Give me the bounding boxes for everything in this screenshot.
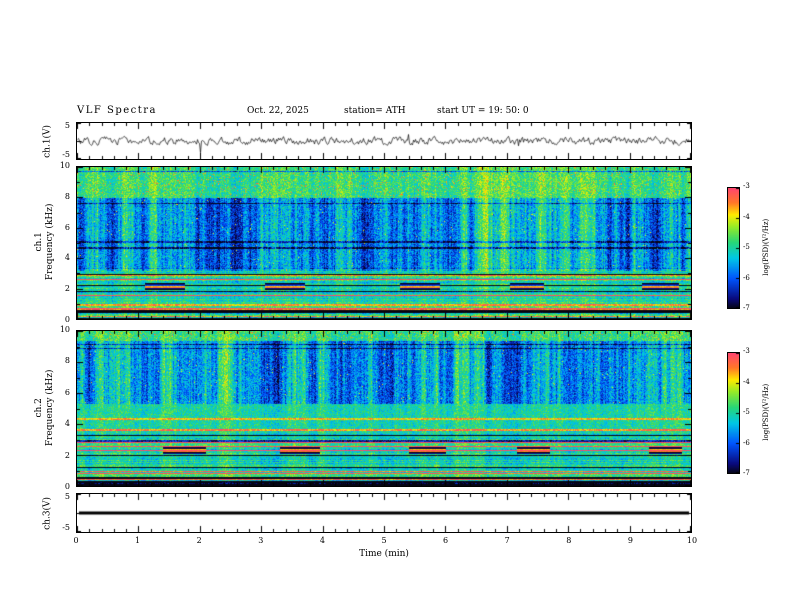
spec1-y-tick-label: 6 [64, 222, 70, 232]
spec2-y-tick-label: 0 [64, 482, 70, 491]
colorbar-2-label: log(PSD)(V²/Hz) [761, 383, 770, 441]
date-label: Oct. 22, 2025 [247, 106, 309, 116]
ch2-spectrogram-panel [76, 330, 692, 487]
wave3-y-tick-label: -5 [62, 523, 70, 532]
x-tick-label: 6 [443, 536, 449, 545]
vlf-spectra-figure: VLF Spectra Oct. 22, 2025 station= ATH s… [0, 0, 792, 612]
x-tick-label: 8 [566, 536, 572, 545]
ch1-spectrogram-panel [76, 166, 692, 320]
spec2-y-tick-label: 2 [64, 450, 70, 460]
wave3-y-tick-label: 5 [64, 492, 70, 501]
ch3-waveform-panel [76, 493, 692, 533]
colorbar-1 [727, 187, 740, 309]
spec1-y-tick-label: 8 [64, 191, 70, 201]
spec2-y-tick-label: 10 [59, 325, 70, 334]
colorbar-1-label: log(PSD)(V²/Hz) [761, 218, 770, 276]
colorbar-2-canvas [728, 353, 739, 473]
colorbar-1-tick-label: -7 [743, 304, 750, 312]
spec1-y-tick-label: 0 [64, 315, 70, 324]
start-ut-label: start UT = 19: 50: 0 [437, 106, 529, 116]
chart-title: VLF Spectra [77, 105, 158, 116]
colorbar-2 [727, 352, 740, 474]
colorbar-1-tick-label: -5 [743, 243, 750, 251]
x-tick-label: 9 [627, 536, 633, 545]
wave1-y-tick-label: 5 [64, 121, 70, 130]
x-tick-label: 10 [686, 536, 698, 545]
spec1-y-tick-label: 10 [59, 161, 70, 170]
x-tick-label: 5 [381, 536, 387, 545]
ch2-spectrogram-canvas [77, 331, 691, 486]
spec2-y-tick-label: 8 [64, 356, 70, 366]
spec2-y-tick-label: 6 [64, 387, 70, 397]
x-tick-label: 2 [196, 536, 202, 545]
x-tick-label: 1 [135, 536, 141, 545]
ch1-spectrogram-canvas [77, 167, 691, 319]
ch2-spec-ylabel-channel: ch.2 [34, 398, 45, 418]
colorbar-1-canvas [728, 188, 739, 308]
colorbar-2-tick-label: -7 [743, 469, 750, 477]
ch1-waveform-panel [76, 122, 692, 160]
colorbar-2-tick-label: -5 [743, 408, 750, 416]
x-tick-label: 4 [319, 536, 325, 545]
colorbar-2-tick-label: -6 [743, 438, 750, 447]
spec1-y-tick-label: 2 [64, 284, 70, 294]
wave1-y-tick-label: -5 [62, 150, 70, 159]
station-label: station= ATH [344, 106, 406, 116]
colorbar-2-tick-label: -3 [743, 347, 750, 355]
ch3-waveform-canvas [77, 494, 691, 532]
colorbar-2-tick-label: -4 [743, 377, 750, 386]
ch1-waveform-canvas [77, 123, 691, 159]
spec2-y-tick-label: 4 [64, 419, 70, 429]
x-tick-label: 0 [73, 536, 79, 545]
x-tick-label: 3 [258, 536, 264, 545]
colorbar-1-tick-label: -4 [743, 212, 750, 221]
colorbar-1-tick-label: -3 [743, 182, 750, 190]
x-tick-label: 7 [504, 536, 510, 545]
colorbar-1-tick-label: -6 [743, 273, 750, 282]
ch1-spec-ylabel-channel: ch.1 [34, 232, 45, 252]
spec1-y-tick-label: 4 [64, 253, 70, 263]
x-axis-title: Time (min) [359, 549, 409, 559]
